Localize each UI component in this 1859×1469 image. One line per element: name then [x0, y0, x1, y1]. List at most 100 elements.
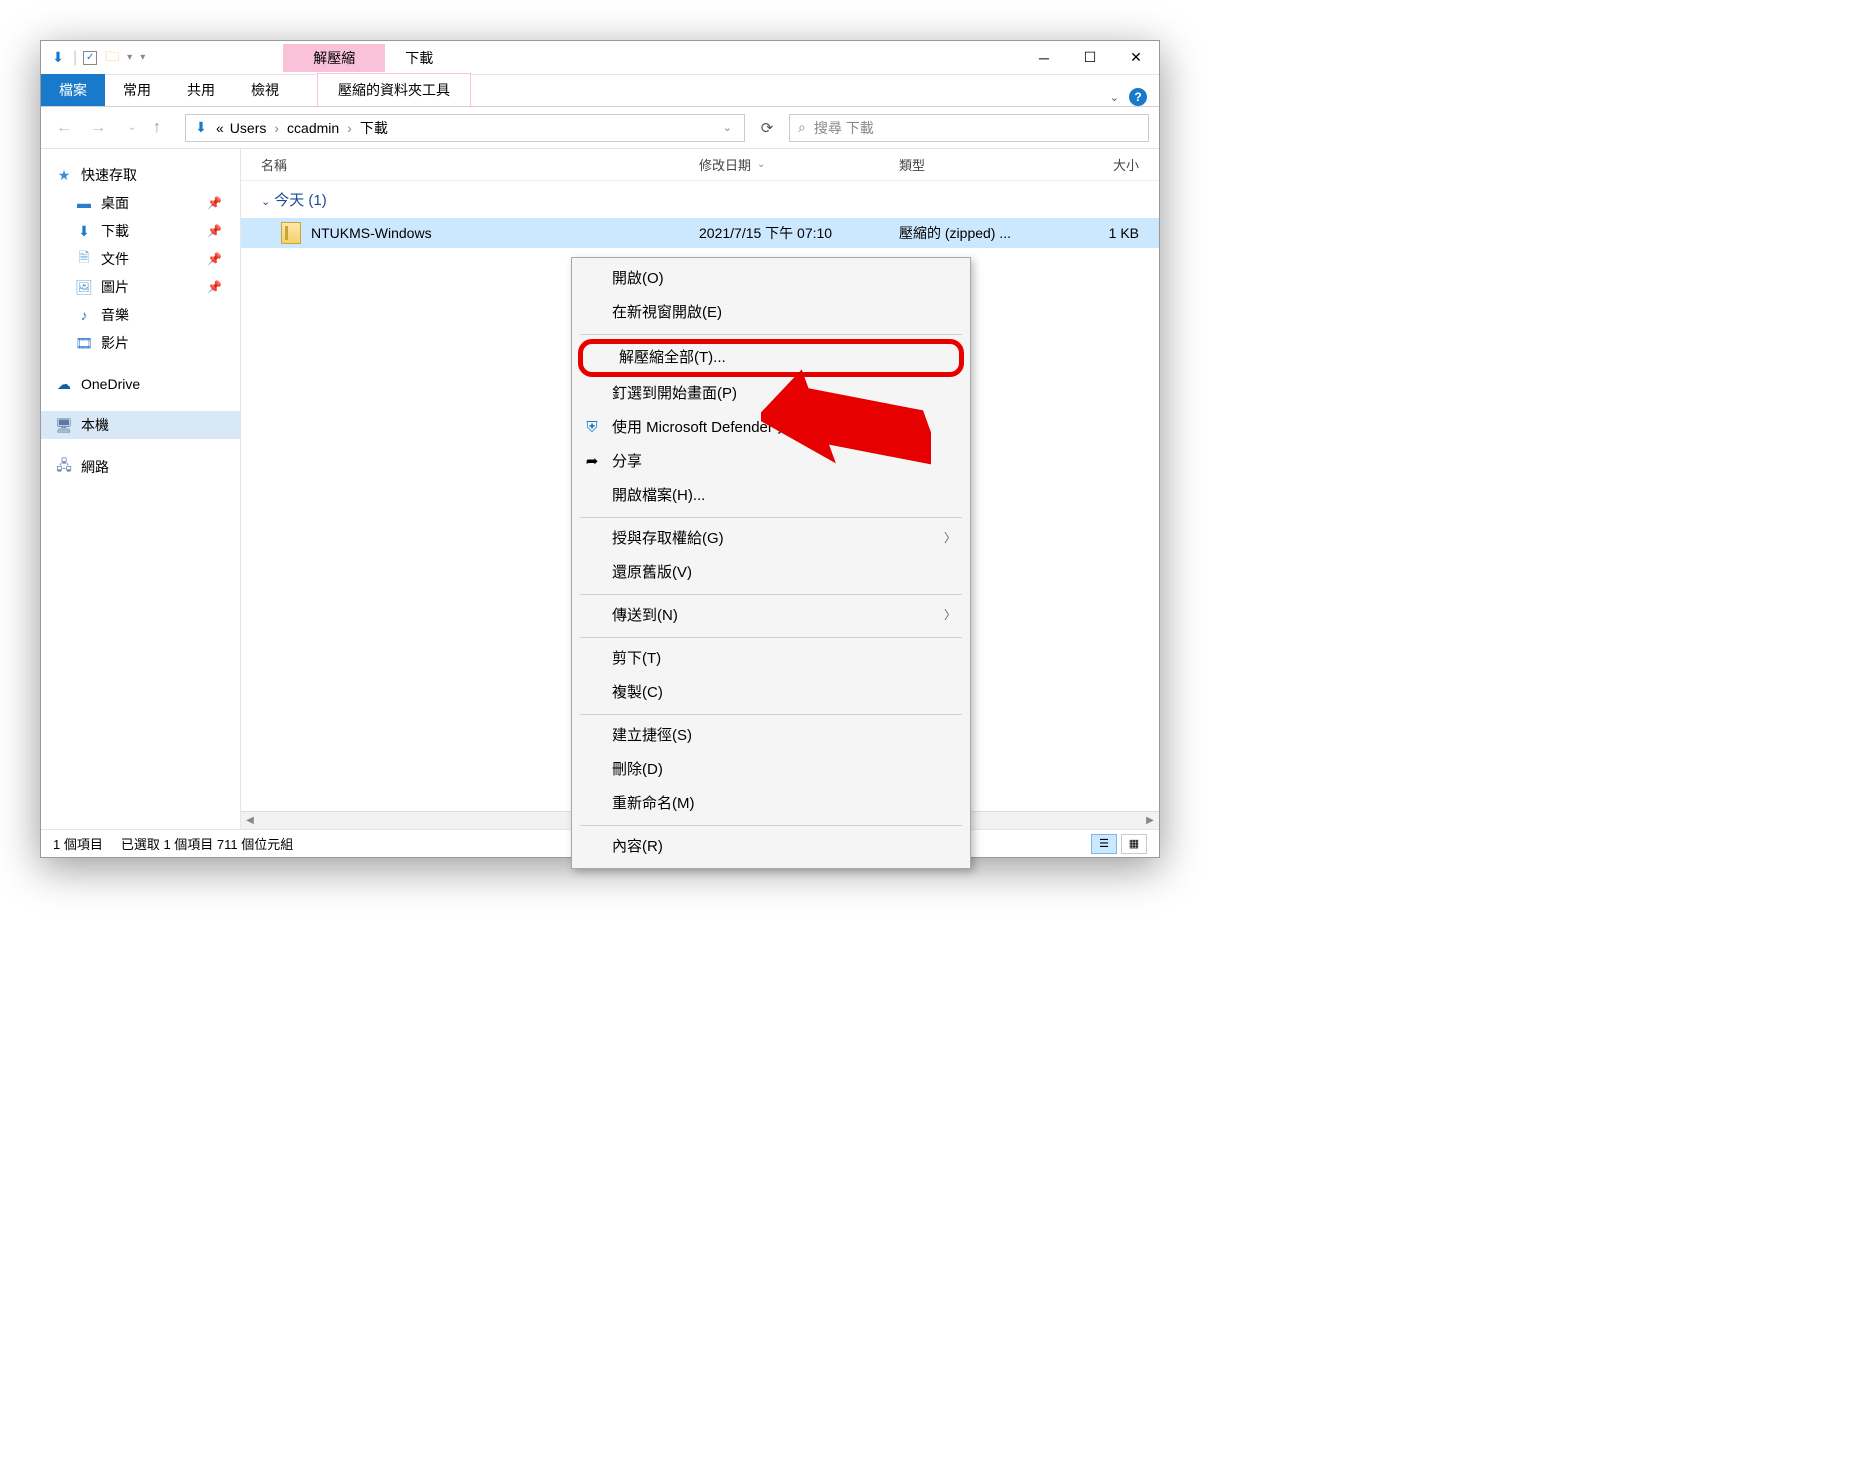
- status-item-count: 1 個項目: [53, 834, 103, 853]
- file-type: 壓縮的 (zipped) ...: [899, 223, 1059, 243]
- search-placeholder: 搜尋 下載: [814, 118, 874, 138]
- star-icon: ★: [55, 166, 73, 184]
- ctx-create-shortcut[interactable]: 建立捷徑(S): [572, 719, 970, 753]
- ctx-restore-previous[interactable]: 還原舊版(V): [572, 556, 970, 590]
- group-today[interactable]: ⌄今天 (1): [241, 181, 1159, 218]
- shield-icon: ⛨: [582, 416, 602, 440]
- qat-overflow-icon[interactable]: ▾: [140, 52, 145, 63]
- ctx-separator: [580, 517, 962, 518]
- music-icon: ♪: [75, 306, 93, 324]
- view-switcher: ☰ ▦: [1091, 834, 1147, 854]
- download-icon: ⬇: [75, 222, 93, 240]
- window-controls: ─ ☐ ✕: [1021, 42, 1159, 74]
- chevron-down-icon: ⌄: [261, 196, 270, 208]
- address-bar[interactable]: ⬇ « Users ccadmin 下載 ⌄: [185, 114, 745, 142]
- details-view-button[interactable]: ☰: [1091, 834, 1117, 854]
- ctx-open-new-window[interactable]: 在新視窗開啟(E): [572, 296, 970, 330]
- qat-dropdown-icon[interactable]: ▾: [127, 52, 132, 63]
- recent-locations-icon[interactable]: ⌄: [119, 115, 145, 141]
- ctx-separator: [580, 334, 962, 335]
- file-row[interactable]: NTUKMS-Windows 2021/7/15 下午 07:10 壓縮的 (z…: [241, 218, 1159, 248]
- ribbon-right: ⌄ ?: [1098, 88, 1159, 106]
- file-name: NTUKMS-Windows: [311, 225, 699, 241]
- ctx-separator: [580, 637, 962, 638]
- file-explorer-window: ⬇ | ✓ 🗀 ▾ ▾ 解壓縮 下載 ─ ☐ ✕ 檔案 常用 共用 檢視 壓縮的…: [40, 40, 1160, 858]
- thumbnails-view-button[interactable]: ▦: [1121, 834, 1147, 854]
- pin-icon: 📌: [207, 196, 222, 210]
- navigation-bar: ← → ⌄ ↑ ⬇ « Users ccadmin 下載 ⌄ ⟳ ⌕ 搜尋 下載: [41, 107, 1159, 149]
- sidebar-item-music[interactable]: ♪ 音樂: [41, 301, 240, 329]
- ribbon-tabs: 檔案 常用 共用 檢視 壓縮的資料夾工具 ⌄ ?: [41, 75, 1159, 107]
- annotation-arrow: [761, 349, 931, 499]
- close-button[interactable]: ✕: [1113, 42, 1159, 74]
- documents-icon: 🗎: [75, 250, 93, 268]
- title-bar: ⬇ | ✓ 🗀 ▾ ▾ 解壓縮 下載 ─ ☐ ✕: [41, 41, 1159, 75]
- navigation-pane: ★ 快速存取 ▬ 桌面📌 ⬇ 下載📌 🗎 文件📌 🖼 圖片📌: [41, 149, 241, 829]
- scroll-left-icon[interactable]: ◀: [241, 815, 259, 826]
- forward-button[interactable]: →: [85, 115, 111, 141]
- sidebar-item-downloads[interactable]: ⬇ 下載📌: [41, 217, 240, 245]
- help-icon[interactable]: ?: [1129, 88, 1147, 106]
- back-button[interactable]: ←: [51, 115, 77, 141]
- crumb-users[interactable]: Users: [230, 120, 281, 136]
- submenu-arrow-icon: 〉: [944, 606, 956, 625]
- sidebar-item-pictures[interactable]: 🖼 圖片📌: [41, 273, 240, 301]
- tab-share[interactable]: 共用: [169, 74, 233, 106]
- pin-icon: 📌: [207, 280, 222, 294]
- share-icon: ➦: [582, 450, 602, 474]
- column-date[interactable]: 修改日期 ⌄: [699, 155, 899, 174]
- network-icon: 🖧: [55, 458, 73, 476]
- sidebar-item-documents[interactable]: 🗎 文件📌: [41, 245, 240, 273]
- scroll-right-icon[interactable]: ▶: [1141, 815, 1159, 826]
- column-size[interactable]: 大小: [1059, 155, 1139, 174]
- file-date: 2021/7/15 下午 07:10: [699, 223, 899, 243]
- search-icon: ⌕: [798, 119, 806, 136]
- quick-access-toolbar: ⬇ | ✓ 🗀 ▾ ▾: [41, 49, 153, 67]
- ctx-open[interactable]: 開啟(O): [572, 262, 970, 296]
- tab-compressed-tools[interactable]: 壓縮的資料夾工具: [317, 73, 471, 106]
- tab-view[interactable]: 檢視: [233, 74, 297, 106]
- refresh-button[interactable]: ⟳: [753, 114, 781, 142]
- ctx-grant-access[interactable]: 授與存取權給(G) 〉: [572, 522, 970, 556]
- column-type[interactable]: 類型: [899, 155, 1059, 174]
- folder-icon: 🗀: [103, 49, 121, 67]
- column-name[interactable]: 名稱: [261, 155, 699, 174]
- ctx-cut[interactable]: 剪下(T): [572, 642, 970, 676]
- tab-home[interactable]: 常用: [105, 74, 169, 106]
- sidebar-item-videos[interactable]: 🎞 影片: [41, 329, 240, 357]
- qat-separator: |: [73, 49, 77, 67]
- contextual-tab-header: 解壓縮: [283, 44, 385, 72]
- minimize-button[interactable]: ─: [1021, 42, 1067, 74]
- ribbon-collapse-icon[interactable]: ⌄: [1110, 91, 1119, 104]
- ctx-delete[interactable]: 刪除(D): [572, 753, 970, 787]
- crumb-downloads[interactable]: 下載: [360, 118, 388, 138]
- ctx-rename[interactable]: 重新命名(M): [572, 787, 970, 821]
- qat-checkbox-icon[interactable]: ✓: [83, 51, 97, 65]
- address-dropdown-icon[interactable]: ⌄: [717, 121, 738, 134]
- sidebar-quick-access[interactable]: ★ 快速存取: [41, 161, 240, 189]
- desktop-icon: ▬: [75, 194, 93, 212]
- file-list-pane: 名稱 修改日期 ⌄ 類型 大小 ⌄今天 (1) NTUKMS-Windows 2…: [241, 149, 1159, 829]
- sidebar-item-desktop[interactable]: ▬ 桌面📌: [41, 189, 240, 217]
- search-input[interactable]: ⌕ 搜尋 下載: [789, 114, 1149, 142]
- downloads-app-icon: ⬇: [49, 49, 67, 67]
- pictures-icon: 🖼: [75, 278, 93, 296]
- pin-icon: 📌: [207, 252, 222, 266]
- submenu-arrow-icon: 〉: [944, 529, 956, 548]
- ctx-send-to[interactable]: 傳送到(N) 〉: [572, 599, 970, 633]
- up-button[interactable]: ↑: [153, 119, 177, 137]
- ctx-properties[interactable]: 內容(R): [572, 830, 970, 864]
- file-size: 1 KB: [1059, 225, 1139, 241]
- maximize-button[interactable]: ☐: [1067, 42, 1113, 74]
- sidebar-network[interactable]: 🖧 網路: [41, 453, 240, 481]
- onedrive-icon: ☁: [55, 375, 73, 393]
- ctx-separator: [580, 594, 962, 595]
- pc-icon: 🖥: [55, 416, 73, 434]
- sidebar-this-pc[interactable]: 🖥 本機: [41, 411, 240, 439]
- sidebar-onedrive[interactable]: ☁ OneDrive: [41, 371, 240, 397]
- location-icon: ⬇: [192, 119, 210, 137]
- ctx-copy[interactable]: 複製(C): [572, 676, 970, 710]
- crumb-ccadmin[interactable]: ccadmin: [287, 120, 354, 136]
- tab-file[interactable]: 檔案: [41, 74, 105, 106]
- content-area: ★ 快速存取 ▬ 桌面📌 ⬇ 下載📌 🗎 文件📌 🖼 圖片📌: [41, 149, 1159, 829]
